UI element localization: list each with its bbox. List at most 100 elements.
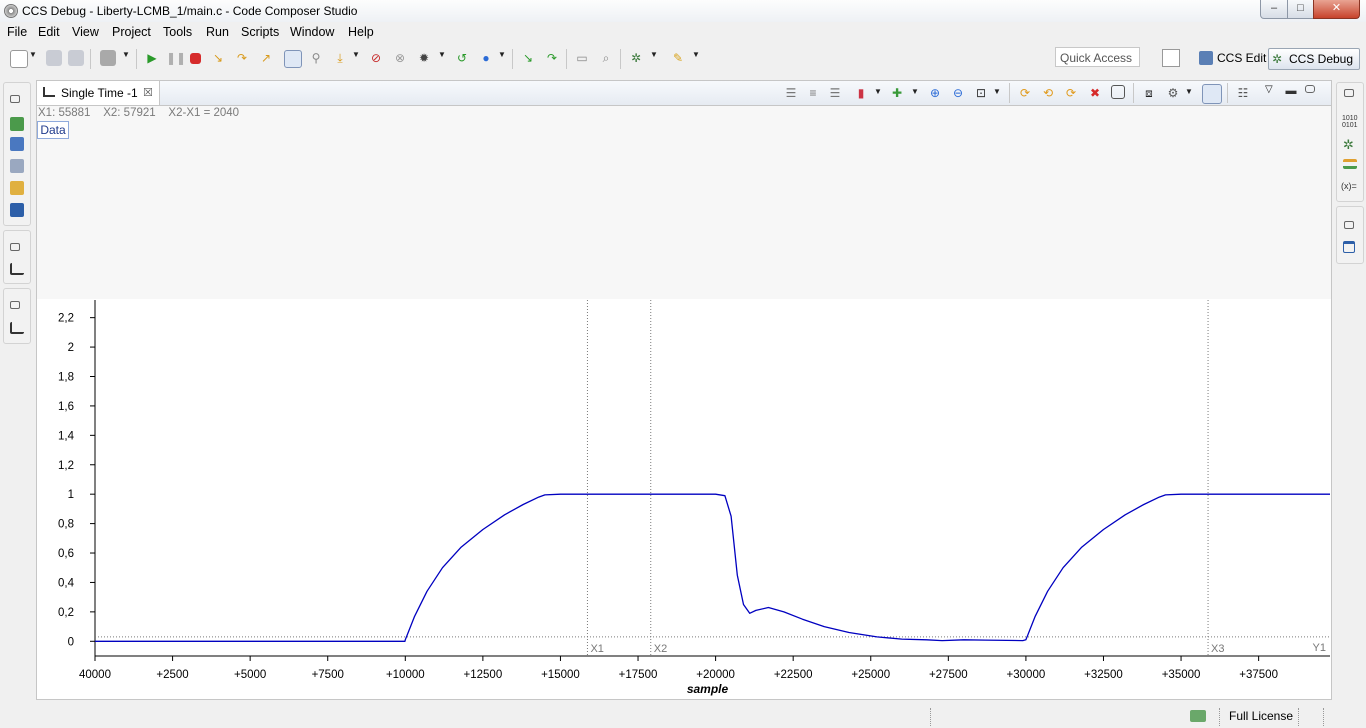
chevron-down-icon[interactable]: ▼	[352, 50, 360, 59]
restart-icon[interactable]: ⊗	[392, 50, 408, 66]
properties-icon[interactable]: ⚙	[1165, 85, 1181, 101]
outline-icon[interactable]	[1343, 241, 1355, 253]
chevron-down-icon[interactable]: ▼	[498, 50, 506, 59]
single-time-graph[interactable]: 0 0,2 0,4 0,6 0,8 1 1,2 1,4 1,6 1,8 2 2,2 40000 +2500…	[36, 298, 1330, 698]
debug-view-icon[interactable]	[10, 117, 24, 131]
chevron-down-icon[interactable]: ▼	[650, 50, 658, 59]
registers-icon[interactable]: 1010 0101	[1342, 115, 1358, 129]
restore-icon[interactable]	[1344, 221, 1354, 229]
close-button[interactable]: ✕	[1313, 0, 1360, 19]
menu-view[interactable]: View	[72, 25, 99, 39]
view-maximize-icon[interactable]	[1305, 85, 1315, 93]
menu-tools[interactable]: Tools	[163, 25, 192, 39]
graph-icon[interactable]	[10, 322, 24, 334]
graph-icon[interactable]	[10, 263, 24, 275]
chevron-down-icon[interactable]: ▼	[1185, 87, 1193, 96]
align-right-icon[interactable]: ☰	[827, 85, 843, 101]
suspend-icon[interactable]: ❚❚	[166, 50, 186, 66]
add-measure-icon[interactable]: ✚	[889, 85, 905, 101]
menu-help[interactable]: Help	[348, 25, 374, 39]
terminate-icon[interactable]	[190, 53, 201, 64]
search-icon[interactable]: ⌕	[598, 50, 614, 66]
step-over-icon[interactable]: ↷	[234, 50, 250, 66]
new-icon[interactable]	[10, 50, 28, 68]
debug-bug-icon[interactable]: ✲	[628, 50, 644, 66]
assembly-step-icon[interactable]: ↺	[454, 50, 470, 66]
measurement-pane: X1: 55881 X2: 57921 X2-X1 = 2040 Data	[37, 106, 1331, 299]
tools-icon[interactable]: ✎	[670, 50, 686, 66]
restore-icon[interactable]	[10, 301, 20, 309]
breakpoints-icon[interactable]	[10, 159, 24, 173]
refresh-icon[interactable]: ⟳	[1017, 85, 1033, 101]
reset-icon[interactable]: ⊘	[368, 50, 384, 66]
tab-close-icon[interactable]: ☒	[143, 86, 153, 99]
x-tick-label: +30000	[1007, 669, 1046, 681]
step-into-asm-icon[interactable]: ↘	[520, 50, 536, 66]
debug-bug-icon[interactable]: ✲	[1343, 138, 1357, 152]
tools-view-icon[interactable]	[10, 181, 24, 195]
data-button[interactable]: Data	[37, 121, 69, 139]
export-icon[interactable]	[1111, 85, 1125, 99]
restore-icon[interactable]	[10, 243, 20, 251]
list-icon[interactable]: ☷	[1235, 85, 1251, 101]
binoculars-icon[interactable]: ⧈	[1141, 85, 1157, 101]
disconnect-icon[interactable]	[284, 50, 302, 68]
cursor-icon[interactable]: ▮	[853, 85, 869, 101]
globe-icon[interactable]: ●	[478, 50, 494, 66]
right-trim-stack-1: 1010 0101 ✲ (x)=	[1336, 82, 1364, 202]
perspective-ccs-edit[interactable]: CCS Edit	[1197, 48, 1272, 68]
view-memory-icon[interactable]: ▭	[574, 50, 590, 66]
chevron-down-icon[interactable]: ▼	[993, 87, 1001, 96]
resume-icon[interactable]: ▶	[144, 50, 160, 66]
clear-icon[interactable]: ✖	[1087, 85, 1103, 101]
y-tick-label: 0,4	[58, 577, 75, 589]
menu-run[interactable]: Run	[206, 25, 229, 39]
align-left-icon[interactable]: ☰	[783, 85, 799, 101]
menu-scripts[interactable]: Scripts	[241, 25, 279, 39]
step-return-icon[interactable]: ↗	[258, 50, 274, 66]
view-minimize-icon[interactable]: ▬	[1283, 83, 1299, 99]
project-explorer-icon[interactable]	[10, 137, 24, 151]
connect-icon[interactable]: ⚲	[308, 50, 324, 66]
restore-icon[interactable]	[1344, 89, 1354, 97]
chevron-down-icon[interactable]: ▼	[122, 50, 130, 59]
minimize-button[interactable]: –	[1260, 0, 1288, 19]
view-menu-icon[interactable]: ▽	[1265, 84, 1273, 95]
zoom-reset-icon[interactable]: ⊡	[973, 85, 989, 101]
menu-project[interactable]: Project	[112, 25, 151, 39]
x-tick-label: +35000	[1162, 669, 1201, 681]
align-center-icon[interactable]: ≡	[805, 85, 821, 101]
chevron-down-icon[interactable]: ▼	[438, 50, 446, 59]
build-hammer-icon[interactable]	[100, 50, 116, 66]
variables-icon[interactable]: (x)=	[1341, 181, 1361, 195]
left-trim-stack-3	[3, 288, 31, 344]
chevron-down-icon[interactable]: ▼	[874, 87, 882, 96]
expressions-icon[interactable]	[1343, 159, 1357, 169]
console-icon[interactable]	[10, 203, 24, 217]
maximize-button[interactable]: □	[1287, 0, 1314, 19]
x-tick-label: +22500	[774, 669, 813, 681]
chevron-down-icon[interactable]: ▼	[29, 50, 37, 59]
lock-icon[interactable]	[1202, 84, 1222, 104]
open-perspective-icon[interactable]	[1162, 49, 1180, 67]
perspective-ccs-debug[interactable]: ✲ CCS Debug	[1268, 48, 1361, 70]
save-all-icon[interactable]	[68, 50, 84, 66]
step-over-asm-icon[interactable]: ↷	[544, 50, 560, 66]
zoom-in-icon[interactable]: ⊕	[927, 85, 943, 101]
save-icon[interactable]	[46, 50, 62, 66]
step-into-icon[interactable]: ↘	[210, 50, 226, 66]
menu-file[interactable]: File	[7, 25, 27, 39]
chevron-down-icon[interactable]: ▼	[911, 87, 919, 96]
continuous-refresh-icon[interactable]: ⟳	[1063, 85, 1079, 101]
zoom-out-icon[interactable]: ⊖	[950, 85, 966, 101]
load-program-icon[interactable]: ⤓	[332, 50, 348, 66]
tab-single-time[interactable]: Single Time -1 ☒	[37, 81, 160, 105]
auto-refresh-icon[interactable]: ⟲	[1040, 85, 1056, 101]
menu-edit[interactable]: Edit	[38, 25, 60, 39]
left-trim-stack-2	[3, 230, 31, 284]
cpu-icon[interactable]: ✹	[416, 50, 432, 66]
chevron-down-icon[interactable]: ▼	[692, 50, 700, 59]
restore-icon[interactable]	[10, 95, 20, 103]
quick-access-input[interactable]: Quick Access	[1055, 47, 1140, 67]
menu-window[interactable]: Window	[290, 25, 334, 39]
